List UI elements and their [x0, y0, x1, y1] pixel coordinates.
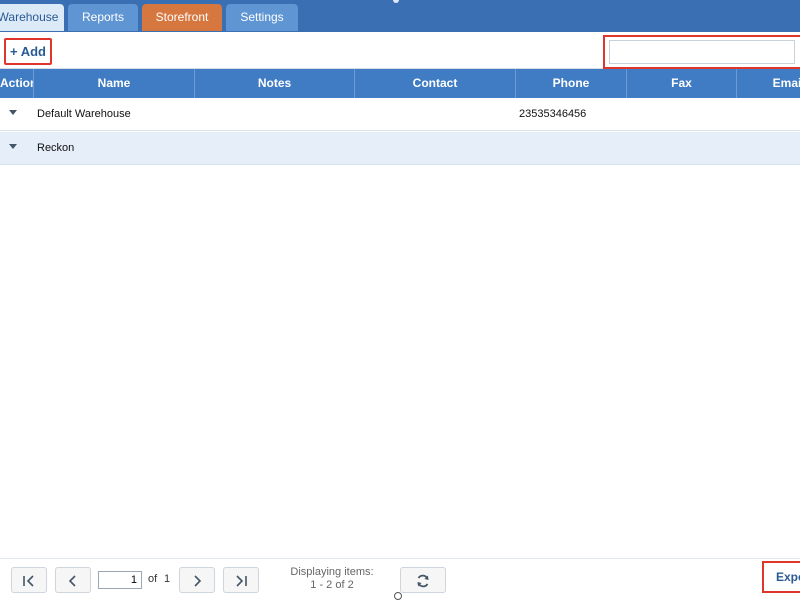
- resize-handle[interactable]: [394, 592, 402, 600]
- tab-bar: Warehouse Reports Storefront Settings: [0, 0, 800, 32]
- column-header-fax[interactable]: Fax: [627, 69, 737, 98]
- cell-email: [740, 132, 800, 165]
- first-page-icon: [23, 575, 34, 587]
- cell-contact: [358, 132, 513, 165]
- displaying-range: 1 - 2 of 2: [310, 579, 354, 591]
- of-label: of: [148, 573, 158, 585]
- previous-page-icon: [68, 575, 76, 587]
- grid-toolbar: + Add: [0, 32, 800, 69]
- row-action-dropdown-icon[interactable]: [9, 144, 17, 149]
- cell-notes: [198, 98, 352, 131]
- cell-phone: 23535346456: [519, 108, 587, 120]
- column-header-notes[interactable]: Notes: [195, 69, 355, 98]
- cell-name: Reckon: [37, 142, 75, 154]
- cell-email: [740, 98, 800, 131]
- tab-storefront[interactable]: Storefront: [142, 4, 222, 31]
- cell-name: Default Warehouse: [37, 108, 131, 120]
- grid-header: Action Name Notes Contact Phone Fax Emai: [0, 69, 800, 98]
- row-action-dropdown-icon[interactable]: [9, 110, 17, 115]
- tab-reports[interactable]: Reports: [68, 4, 138, 31]
- previous-page-button[interactable]: [55, 567, 91, 593]
- displaying-label: Displaying items:: [290, 566, 374, 578]
- add-button[interactable]: + Add: [4, 38, 52, 65]
- window-notch: [393, 0, 399, 3]
- search-input[interactable]: [609, 40, 795, 64]
- displaying-items: Displaying items: 1 - 2 of 2: [282, 566, 382, 592]
- export-button[interactable]: Export: [762, 561, 800, 593]
- refresh-button[interactable]: [400, 567, 446, 593]
- tab-settings[interactable]: Settings: [226, 4, 298, 31]
- total-pages: 1: [164, 573, 171, 585]
- last-page-icon: [236, 575, 247, 587]
- next-page-button[interactable]: [179, 567, 215, 593]
- cell-fax: [630, 98, 734, 131]
- cell-fax: [630, 132, 734, 165]
- last-page-button[interactable]: [223, 567, 259, 593]
- refresh-icon: [417, 575, 429, 588]
- cell-notes: [198, 132, 352, 165]
- table-row[interactable]: Default Warehouse 23535346456: [0, 98, 800, 131]
- search-box: [603, 35, 800, 69]
- cell-phone: [519, 132, 624, 165]
- column-header-phone[interactable]: Phone: [516, 69, 627, 98]
- column-header-name[interactable]: Name: [34, 69, 195, 98]
- column-header-email[interactable]: Emai: [737, 69, 800, 98]
- column-header-contact[interactable]: Contact: [355, 69, 516, 98]
- table-row[interactable]: Reckon: [0, 132, 800, 165]
- tab-warehouse[interactable]: Warehouse: [0, 4, 64, 31]
- column-header-action[interactable]: Action: [0, 69, 34, 98]
- cell-contact: [358, 98, 513, 131]
- page-number-input[interactable]: [98, 571, 142, 589]
- app-frame: Warehouse Reports Storefront Settings + …: [0, 0, 800, 600]
- next-page-icon: [194, 575, 202, 587]
- first-page-button[interactable]: [11, 567, 47, 593]
